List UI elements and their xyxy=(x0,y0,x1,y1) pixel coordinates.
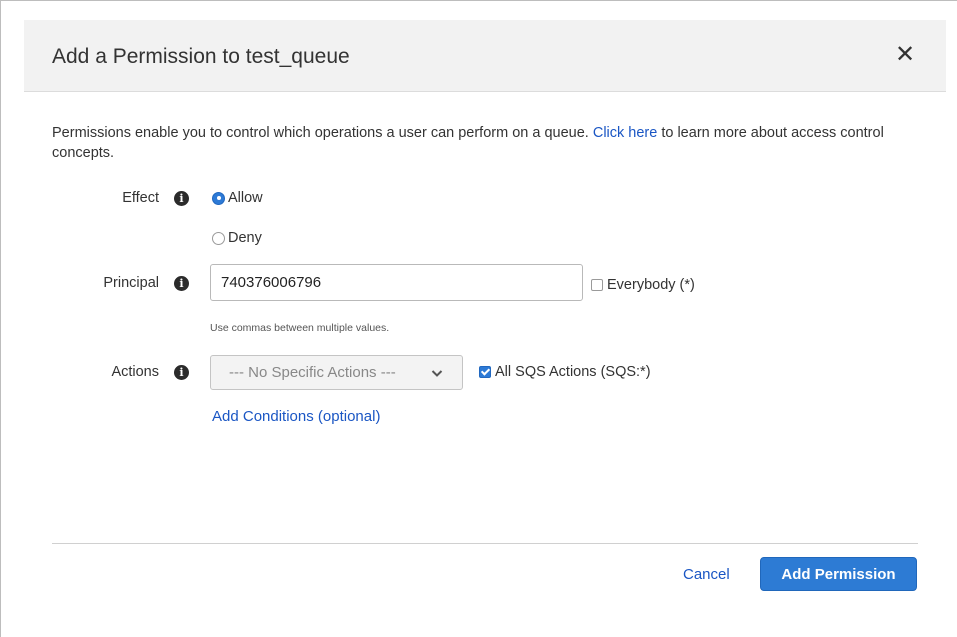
info-icon[interactable]: i xyxy=(174,191,189,206)
add-permission-dialog: Add a Permission to test_queue ✕ Permiss… xyxy=(24,20,946,637)
radio-deny[interactable]: Deny xyxy=(212,230,262,246)
cancel-button[interactable]: Cancel xyxy=(683,566,730,583)
principal-label: Principal xyxy=(103,275,159,291)
info-icon[interactable]: i xyxy=(174,365,189,380)
dialog-title: Add a Permission to test_queue xyxy=(52,45,350,68)
principal-hint: Use commas between multiple values. xyxy=(210,322,390,334)
radio-allow-label: Allow xyxy=(228,190,263,206)
actions-select[interactable]: --- No Specific Actions --- xyxy=(210,355,463,390)
footer-divider xyxy=(52,543,918,544)
principal-input[interactable] xyxy=(210,264,583,301)
screen-edge-top xyxy=(0,0,957,1)
radio-allow[interactable]: Allow xyxy=(212,190,263,206)
screen-edge-left xyxy=(0,0,1,637)
intro-text: Permissions enable you to control which … xyxy=(52,123,902,163)
everybody-checkbox[interactable]: Everybody (*) xyxy=(591,277,695,293)
intro-text-before: Permissions enable you to control which … xyxy=(52,125,589,141)
add-permission-button[interactable]: Add Permission xyxy=(760,557,917,591)
effect-label: Effect xyxy=(122,190,159,206)
close-icon[interactable]: ✕ xyxy=(892,42,918,68)
all-sqs-actions-checkbox-box[interactable] xyxy=(479,366,491,378)
everybody-checkbox-label: Everybody (*) xyxy=(607,277,695,293)
actions-select-value: --- No Specific Actions --- xyxy=(229,364,396,381)
info-icon[interactable]: i xyxy=(174,276,189,291)
radio-deny-label: Deny xyxy=(228,230,262,246)
radio-deny-indicator[interactable] xyxy=(212,231,225,245)
add-conditions-link[interactable]: Add Conditions (optional) xyxy=(212,408,380,425)
everybody-checkbox-box[interactable] xyxy=(591,279,603,291)
dialog-header: Add a Permission to test_queue ✕ xyxy=(24,20,946,92)
all-sqs-actions-checkbox[interactable]: All SQS Actions (SQS:*) xyxy=(479,364,651,380)
all-sqs-actions-label: All SQS Actions (SQS:*) xyxy=(495,364,651,380)
chevron-down-icon xyxy=(431,370,443,377)
actions-label: Actions xyxy=(111,364,159,380)
radio-allow-indicator[interactable] xyxy=(212,191,225,205)
learn-more-link[interactable]: Click here xyxy=(593,125,657,141)
